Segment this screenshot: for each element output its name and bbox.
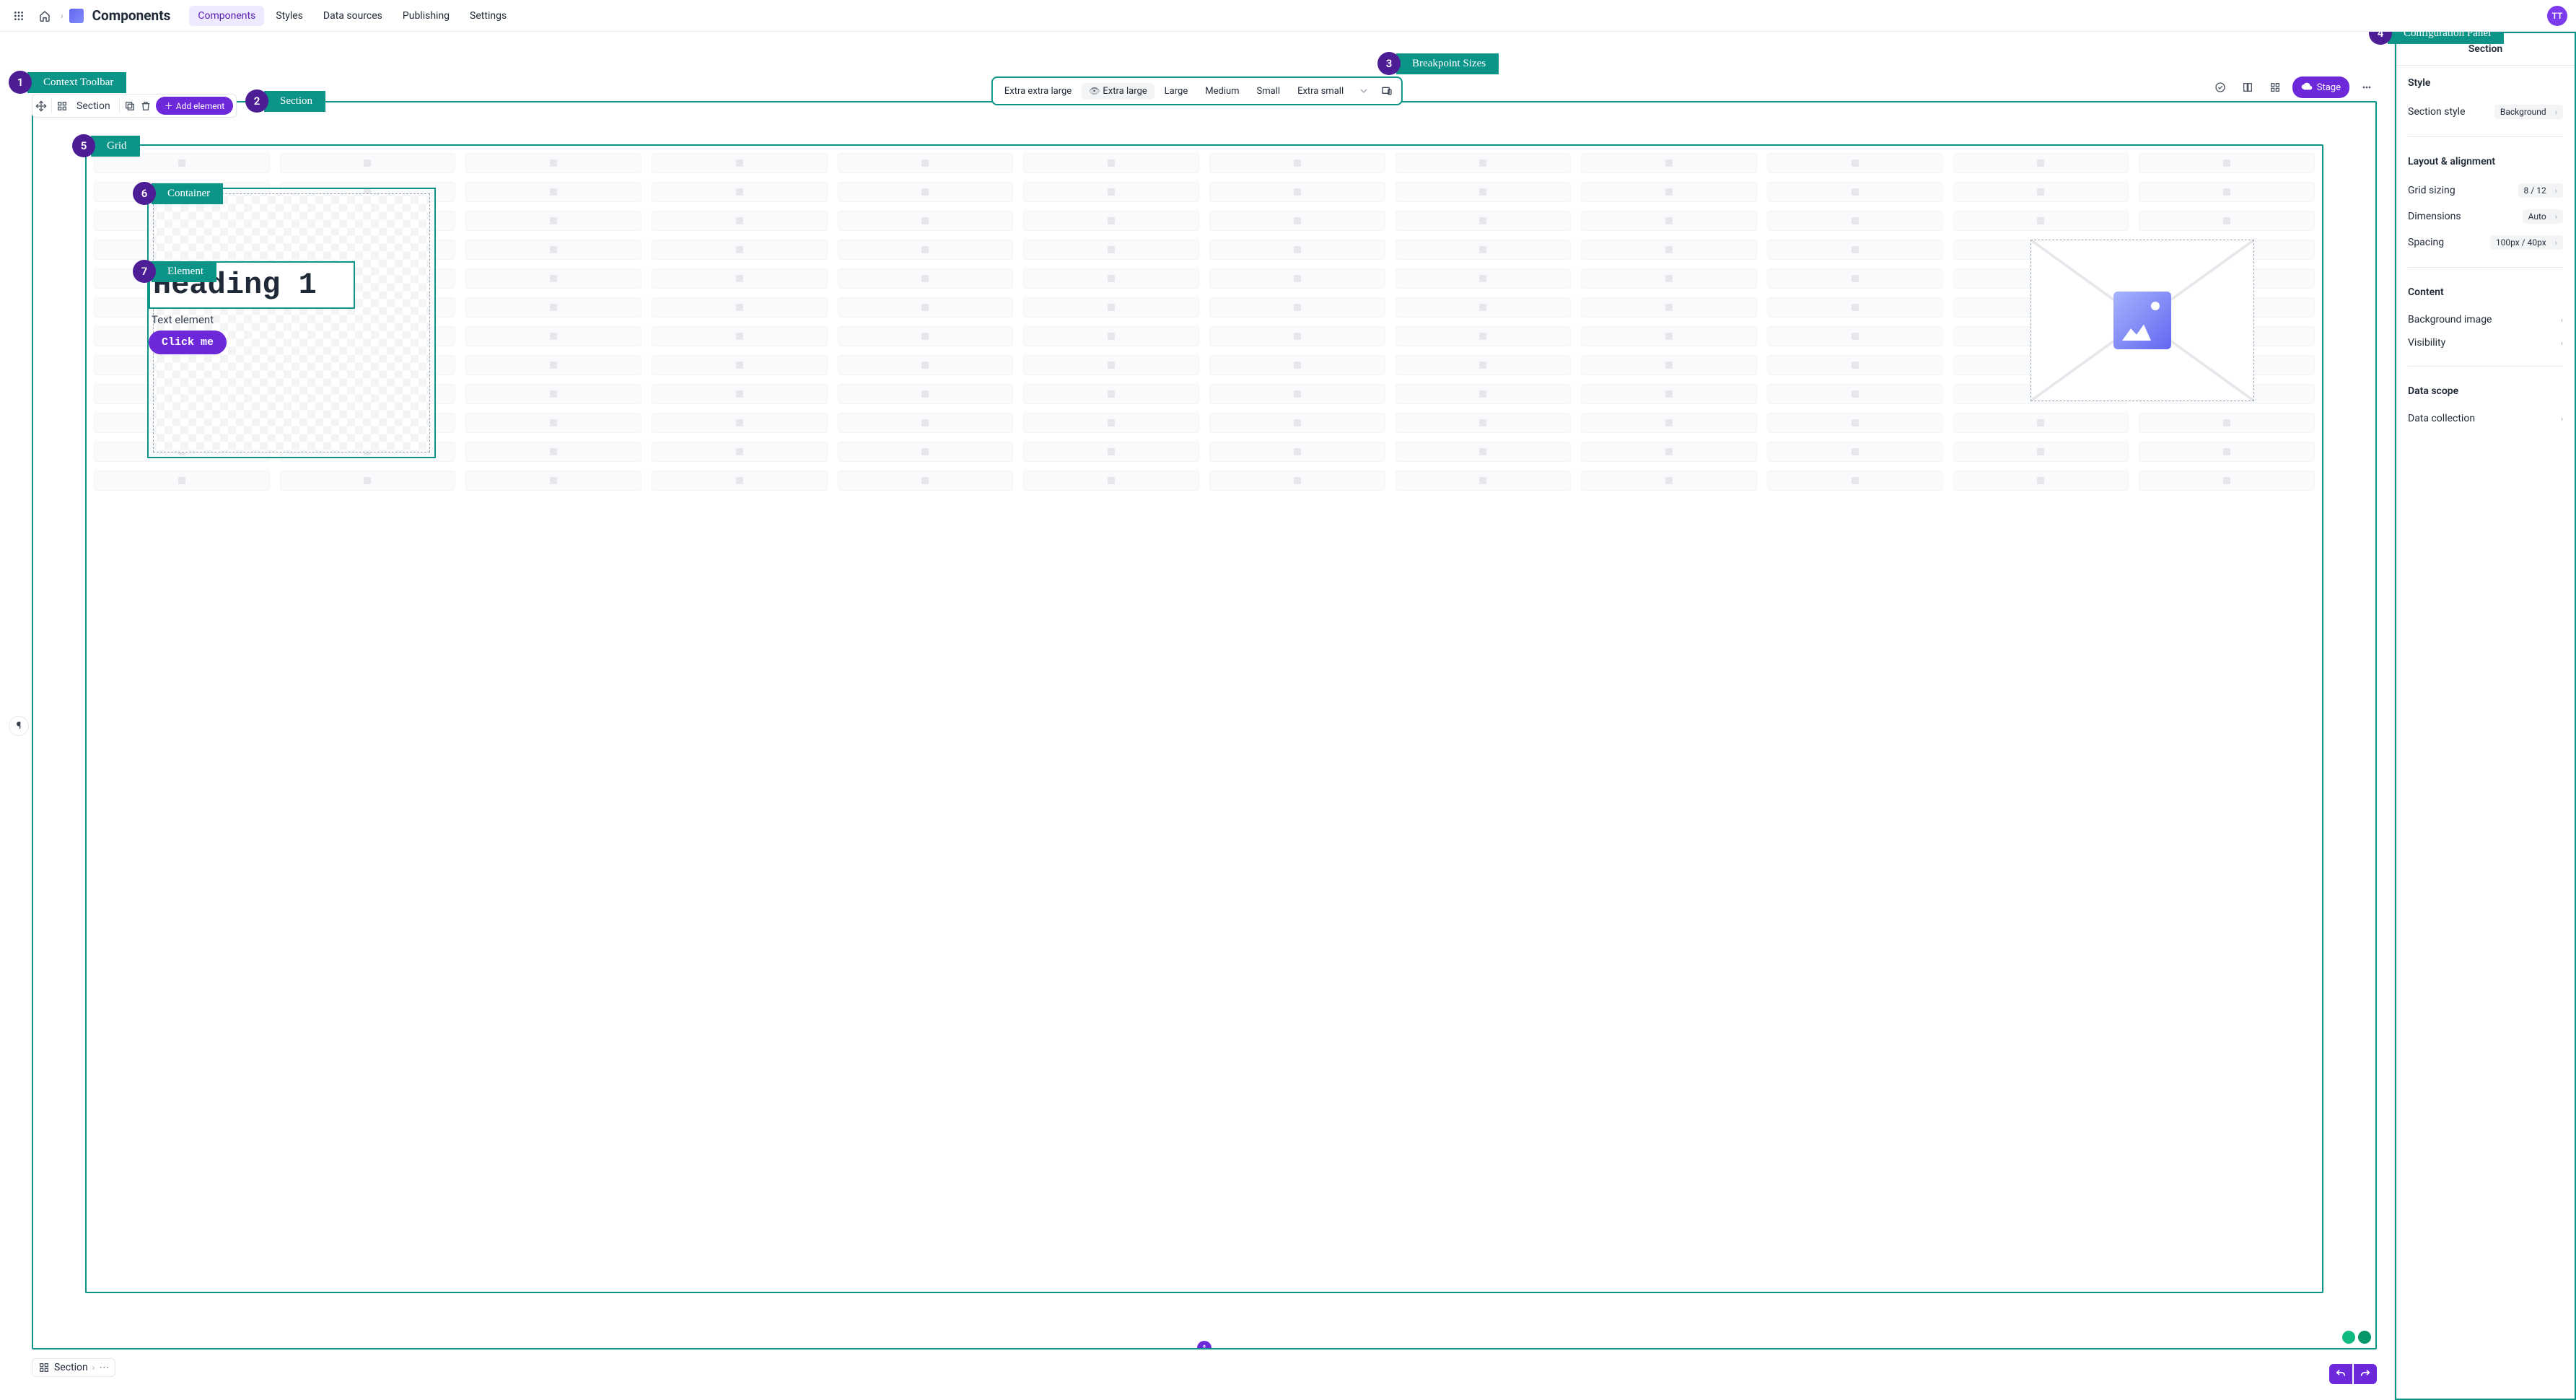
context-element-name: Section <box>72 100 115 112</box>
dimensions-value: Auto <box>2528 211 2546 222</box>
callout-num-3: 3 <box>1377 52 1401 75</box>
eye-icon: 👁 <box>1089 86 1100 96</box>
app-logo <box>69 9 84 23</box>
avatar[interactable]: TT <box>2547 6 2567 26</box>
tab-settings[interactable]: Settings <box>461 6 515 26</box>
chevron-right-icon: › <box>61 11 63 21</box>
visibility-label: Visibility <box>2408 337 2445 349</box>
breakpoint-md[interactable]: Medium <box>1198 83 1246 100</box>
visibility-row[interactable]: Visibility › <box>2408 331 2563 354</box>
undo-redo <box>2329 1364 2377 1384</box>
section-icon <box>56 100 68 112</box>
add-element-label: Add element <box>176 101 224 111</box>
more-icon[interactable] <box>2357 77 2377 97</box>
status-dot-2 <box>2358 1331 2371 1344</box>
callout-label-breakpoint: Breakpoint Sizes <box>1396 53 1499 74</box>
breadcrumb[interactable]: Section › ⋯ <box>32 1358 115 1377</box>
tab-publishing[interactable]: Publishing <box>394 6 458 26</box>
layout-icon[interactable] <box>2238 77 2258 97</box>
image-placeholder[interactable] <box>2030 240 2254 401</box>
grid-sizing-label: Grid sizing <box>2408 185 2455 196</box>
top-bar: › Components Components Styles Data sour… <box>0 0 2576 32</box>
pilcrow-button[interactable]: ¶ <box>9 716 29 736</box>
heading-text: Heading 1 <box>153 268 317 302</box>
page-title: Components <box>92 7 171 24</box>
content-heading: Content <box>2408 286 2563 298</box>
redo-button[interactable] <box>2354 1364 2377 1384</box>
apps-icon[interactable] <box>9 6 29 26</box>
chevron-right-icon: › <box>2555 108 2557 117</box>
home-icon[interactable] <box>35 6 55 26</box>
data-collection-row[interactable]: Data collection › <box>2408 407 2563 430</box>
breakpoint-xl[interactable]: 👁Extra large <box>1082 83 1154 100</box>
bg-image-label: Background image <box>2408 314 2492 325</box>
grid-outline[interactable]: Heading 1 Text element Click me <box>85 144 2323 1293</box>
stage-label: Stage <box>2317 82 2341 93</box>
canvas[interactable]: 5 Grid 6 Container 7 Element Heading 1 <box>32 101 2377 1349</box>
breadcrumb-icon <box>38 1362 50 1373</box>
callout-label-context-toolbar: Context Toolbar <box>27 72 126 93</box>
trash-icon[interactable] <box>140 100 152 112</box>
breakpoint-xxl[interactable]: Extra extra large <box>997 83 1079 100</box>
tab-components[interactable]: Components <box>189 6 264 26</box>
breakpoint-xl-label: Extra large <box>1103 86 1147 97</box>
chevron-right-icon: › <box>2561 338 2563 348</box>
cloud-icon <box>2301 80 2313 95</box>
spacing-label: Spacing <box>2408 237 2444 248</box>
section-style-value: Background <box>2500 107 2546 117</box>
section-style-row[interactable]: Section style Background › <box>2408 99 2563 125</box>
device-icon[interactable] <box>1377 81 1397 101</box>
breadcrumb-item: Section <box>54 1362 88 1373</box>
context-toolbar: Section ＋ Add element <box>32 94 237 118</box>
grid-icon[interactable] <box>2265 77 2285 97</box>
style-heading: Style <box>2408 77 2563 89</box>
bg-image-row[interactable]: Background image › <box>2408 308 2563 331</box>
breakpoint-xs[interactable]: Extra small <box>1290 83 1351 100</box>
check-circle-icon[interactable] <box>2210 77 2230 97</box>
chevron-right-icon: › <box>2555 212 2557 222</box>
chevron-right-icon: › <box>2561 414 2563 424</box>
element-box[interactable]: Heading 1 <box>149 261 355 309</box>
chevron-right-icon: › <box>2561 315 2563 325</box>
grid-sizing-row[interactable]: Grid sizing 8 / 12 › <box>2408 178 2563 204</box>
plus-icon: ＋ <box>165 100 173 112</box>
spacing-row[interactable]: Spacing 100px / 40px › <box>2408 229 2563 255</box>
tab-data-sources[interactable]: Data sources <box>315 6 391 26</box>
image-placeholder-icon <box>2113 292 2171 349</box>
stage-button[interactable]: Stage <box>2292 76 2349 98</box>
right-panel: 4 Configuration Panel Section Style Sect… <box>2394 32 2576 1400</box>
tool-row: Stage <box>2210 76 2377 98</box>
click-me-button[interactable]: Click me <box>149 331 227 354</box>
dimensions-label: Dimensions <box>2408 211 2461 222</box>
spacing-value: 100px / 40px <box>2496 237 2546 248</box>
breadcrumb-more-icon[interactable]: ⋯ <box>99 1362 109 1373</box>
container-box[interactable]: Heading 1 Text element Click me <box>147 188 436 458</box>
callout-num-1: 1 <box>9 71 32 94</box>
layout-heading: Layout & alignment <box>2408 156 2563 167</box>
panel-title: Section <box>2396 33 2575 66</box>
section-style-label: Section style <box>2408 106 2466 118</box>
add-element-button[interactable]: ＋ Add element <box>156 97 233 115</box>
copy-icon[interactable] <box>124 100 136 112</box>
move-icon[interactable] <box>35 100 47 112</box>
chevron-right-icon: › <box>2555 186 2557 196</box>
undo-button[interactable] <box>2329 1364 2352 1384</box>
data-scope-heading: Data scope <box>2408 385 2563 397</box>
tab-styles[interactable]: Styles <box>267 6 312 26</box>
grid-sizing-value: 8 / 12 <box>2524 185 2546 196</box>
resize-handle[interactable]: ⇕ <box>1197 1341 1212 1349</box>
chevron-down-icon[interactable] <box>1354 81 1374 101</box>
chevron-right-icon: › <box>2555 238 2557 248</box>
chevron-right-icon: › <box>92 1362 95 1373</box>
breakpoint-lg[interactable]: Large <box>1157 83 1196 100</box>
nav-tabs: Components Styles Data sources Publishin… <box>189 6 515 26</box>
text-element[interactable]: Text element <box>152 313 214 326</box>
status-dot-1 <box>2342 1331 2355 1344</box>
dimensions-row[interactable]: Dimensions Auto › <box>2408 204 2563 229</box>
breakpoint-sm[interactable]: Small <box>1250 83 1288 100</box>
breakpoint-bar: Extra extra large 👁Extra large Large Med… <box>991 76 1403 105</box>
data-collection-label: Data collection <box>2408 413 2475 424</box>
